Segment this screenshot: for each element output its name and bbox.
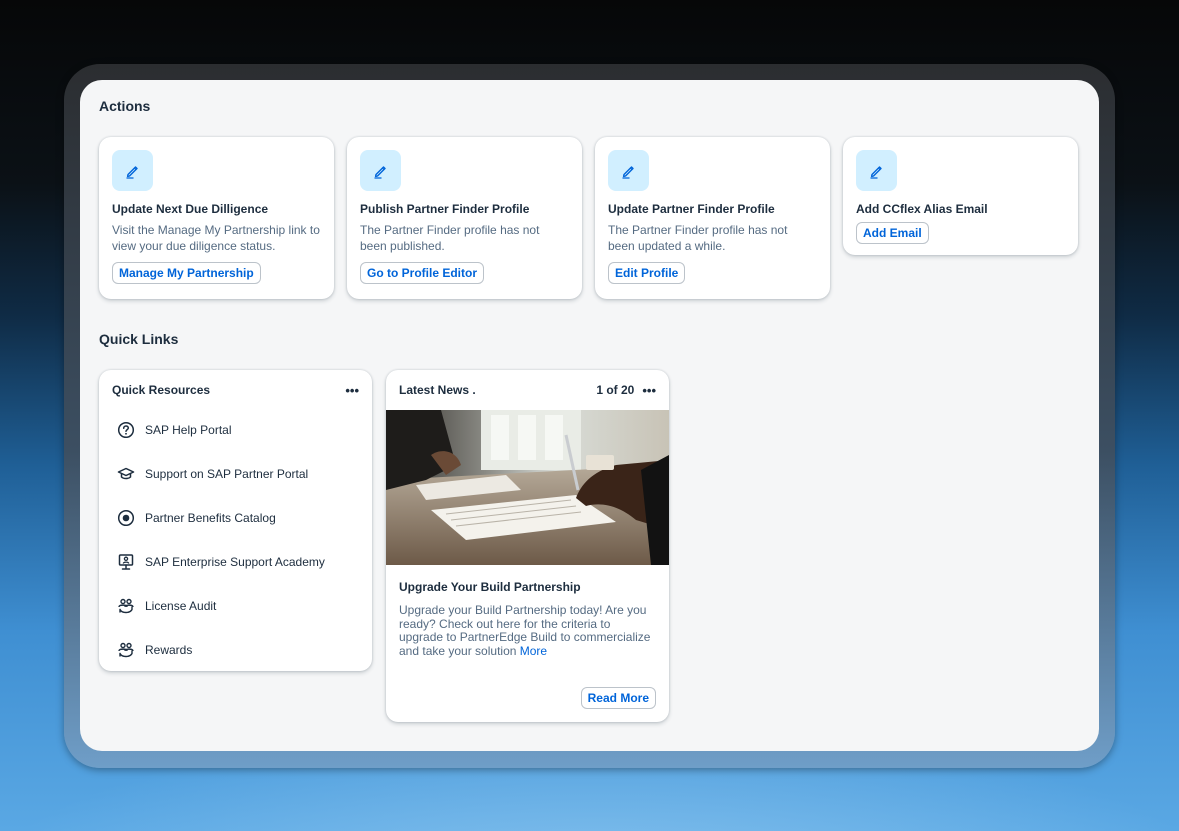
actions-section-title: Actions xyxy=(99,98,151,114)
add-email-button[interactable]: Add Email xyxy=(856,222,929,244)
resource-link-sap-help-portal[interactable]: SAP Help Portal xyxy=(112,408,359,452)
action-card-description: The Partner Finder profile has not been … xyxy=(360,223,540,253)
resource-label: License Audit xyxy=(145,599,217,613)
news-headline: Upgrade Your Build Partnership xyxy=(399,580,581,594)
news-more-link[interactable]: More xyxy=(520,644,547,658)
go-to-profile-editor-button[interactable]: Go to Profile Editor xyxy=(360,262,484,284)
monitor-person-icon xyxy=(115,551,137,573)
more-options-icon[interactable]: ••• xyxy=(642,384,656,397)
action-card-alias-email: Add CCflex Alias Email Add Email xyxy=(843,137,1078,255)
action-card-title: Publish Partner Finder Profile xyxy=(360,202,530,216)
graduation-cap-icon xyxy=(115,463,137,485)
edit-icon xyxy=(112,150,153,191)
latest-news-card: Latest News . 1 of 20 ••• Upgrade Your B… xyxy=(386,370,669,722)
edit-icon xyxy=(360,150,401,191)
quick-links-section-title: Quick Links xyxy=(99,331,179,347)
people-cycle-icon xyxy=(115,595,137,617)
resource-link-rewards[interactable]: Rewards xyxy=(112,628,359,671)
resource-link-license-audit[interactable]: License Audit xyxy=(112,584,359,628)
resource-link-partner-benefits[interactable]: Partner Benefits Catalog xyxy=(112,496,359,540)
news-summary: Upgrade your Build Partnership today! Ar… xyxy=(399,603,656,658)
action-card-title: Update Partner Finder Profile xyxy=(608,202,775,216)
app-screen: Actions Update Next Due Dilligence Visit… xyxy=(80,80,1099,751)
action-card-publish-profile: Publish Partner Finder Profile The Partn… xyxy=(347,137,582,299)
action-card-description: The Partner Finder profile has not been … xyxy=(608,223,788,253)
resource-label: Rewards xyxy=(145,643,193,657)
edit-profile-button[interactable]: Edit Profile xyxy=(608,262,686,284)
manage-my-partnership-button[interactable]: Manage My Partnership xyxy=(112,262,261,284)
edit-icon xyxy=(608,150,649,191)
radio-target-icon xyxy=(115,507,137,529)
action-card-description: Visit the Manage My Partnership link to … xyxy=(112,223,320,253)
resource-label: SAP Enterprise Support Academy xyxy=(145,555,325,569)
quick-resources-title: Quick Resources xyxy=(112,383,211,397)
action-card-update-profile: Update Partner Finder Profile The Partne… xyxy=(595,137,830,299)
resource-label: SAP Help Portal xyxy=(145,423,232,437)
latest-news-title: Latest News . xyxy=(399,383,476,397)
resource-label: Partner Benefits Catalog xyxy=(145,511,276,525)
read-more-button[interactable]: Read More xyxy=(580,687,656,709)
resource-link-support-partner-portal[interactable]: Support on SAP Partner Portal xyxy=(112,452,359,496)
action-card-title: Add CCflex Alias Email xyxy=(856,202,988,216)
edit-icon xyxy=(856,150,897,191)
quick-resources-card: Quick Resources ••• SAP Help Portal Supp… xyxy=(99,370,372,671)
more-options-icon[interactable]: ••• xyxy=(345,384,359,397)
action-card-title: Update Next Due Dilligence xyxy=(112,202,269,216)
resource-label: Support on SAP Partner Portal xyxy=(145,467,309,481)
news-image[interactable] xyxy=(386,410,669,565)
resource-link-support-academy[interactable]: SAP Enterprise Support Academy xyxy=(112,540,359,584)
people-cycle-icon xyxy=(115,639,137,661)
news-pager: 1 of 20 xyxy=(596,383,635,397)
question-circle-icon xyxy=(115,419,137,441)
action-card-due-diligence: Update Next Due Dilligence Visit the Man… xyxy=(99,137,334,299)
